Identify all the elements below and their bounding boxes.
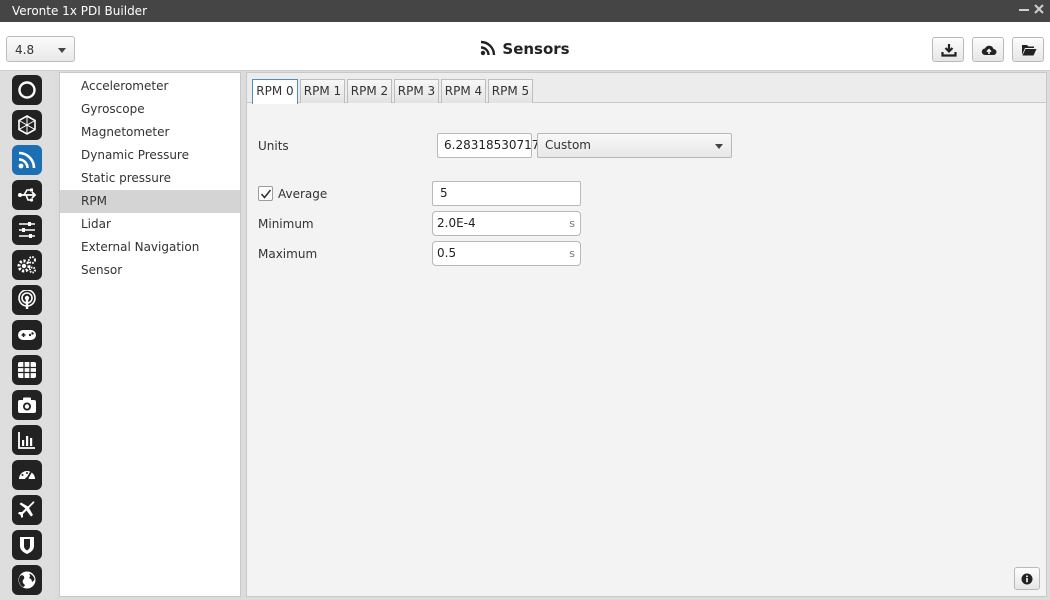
sidebar-item-lidar[interactable]: Lidar <box>60 213 240 236</box>
nav-power[interactable] <box>12 75 42 105</box>
average-field[interactable]: 5 <box>432 181 581 206</box>
open-folder-button[interactable] <box>1012 37 1044 62</box>
gears-icon <box>17 256 36 274</box>
nav-grid[interactable] <box>12 355 42 385</box>
close-button[interactable] <box>1032 3 1046 17</box>
folder-open-icon <box>1022 45 1037 56</box>
gamepad-icon <box>18 330 36 340</box>
nav-camera[interactable] <box>12 390 42 420</box>
tab-rpm-5[interactable]: RPM 5 <box>488 79 533 103</box>
info-icon <box>1021 573 1033 585</box>
sidebar-item-accelerometer[interactable]: Accelerometer <box>60 75 240 98</box>
antenna-icon <box>18 290 36 309</box>
maximum-field[interactable]: 0.5 s <box>432 241 581 266</box>
units-value-field[interactable]: 6.28318530717 <box>437 133 539 158</box>
nav-security[interactable] <box>12 530 42 560</box>
minimize-button[interactable] <box>1017 3 1031 17</box>
sidebar-item-static-pressure[interactable]: Static pressure <box>60 167 240 190</box>
shield-icon <box>20 537 34 554</box>
average-label: Average <box>278 187 328 201</box>
nav-mission[interactable] <box>12 495 42 525</box>
nav-radio[interactable] <box>12 285 42 315</box>
sidebar-item-dynamic-pressure[interactable]: Dynamic Pressure <box>60 144 240 167</box>
page-title-text: Sensors <box>502 40 570 58</box>
download-icon <box>941 44 957 57</box>
window-title: Veronte 1x PDI Builder <box>12 4 147 18</box>
info-button[interactable] <box>1014 567 1040 590</box>
cloud-upload-icon <box>981 45 997 55</box>
checkmark-icon <box>260 189 272 199</box>
rpm-tabs: RPM 0 RPM 1 RPM 2 RPM 3 RPM 4 RPM 5 <box>247 73 1046 104</box>
hexagon-icon <box>18 115 36 135</box>
chart-icon <box>18 432 35 449</box>
grid-icon <box>18 362 36 378</box>
tab-rpm-1[interactable]: RPM 1 <box>300 79 345 103</box>
rss-icon <box>18 151 36 169</box>
nav-usb[interactable] <box>12 180 42 210</box>
maximum-label: Maximum <box>258 247 318 261</box>
tab-rpm-2[interactable]: RPM 2 <box>347 79 392 103</box>
units-label: Units <box>258 139 289 153</box>
cloud-upload-button[interactable] <box>972 37 1004 62</box>
tab-rpm-3[interactable]: RPM 3 <box>394 79 439 103</box>
nav-sensors[interactable] <box>12 145 42 175</box>
nav-controller[interactable] <box>12 320 42 350</box>
gauge-icon <box>19 471 35 481</box>
download-button[interactable] <box>932 37 964 62</box>
average-value: 5 <box>440 186 448 200</box>
sidebar-item-external-navigation-sensor[interactable]: External Navigation Sensor <box>60 236 240 277</box>
rpm-config-panel: RPM 0 RPM 1 RPM 2 RPM 3 RPM 4 RPM 5 Unit… <box>246 72 1047 597</box>
nav-settings[interactable] <box>12 250 42 280</box>
sidebar-item-magnetometer[interactable]: Magnetometer <box>60 121 240 144</box>
nav-dashboard[interactable] <box>12 460 42 490</box>
units-preset-select[interactable]: Custom <box>537 133 732 158</box>
page-title: Sensors <box>0 40 1050 60</box>
maximum-unit: s <box>569 247 575 260</box>
close-icon <box>1034 4 1044 14</box>
nav-airframe[interactable] <box>12 110 42 140</box>
minimize-icon <box>1019 9 1029 11</box>
minimum-value: 2.0E-4 <box>437 216 476 230</box>
tab-rpm-4[interactable]: RPM 4 <box>441 79 486 103</box>
title-bar: Veronte 1x PDI Builder <box>0 0 1050 22</box>
average-checkbox[interactable] <box>258 186 273 201</box>
sensor-list: Accelerometer Gyroscope Magnetometer Dyn… <box>59 72 241 597</box>
chevron-down-icon <box>715 144 723 149</box>
nav-configuration[interactable] <box>12 215 42 245</box>
tab-rpm-0[interactable]: RPM 0 <box>252 79 298 104</box>
usb-icon <box>18 188 37 202</box>
sidebar-item-gyroscope[interactable]: Gyroscope <box>60 98 240 121</box>
rss-icon <box>480 40 496 60</box>
minimum-field[interactable]: 2.0E-4 s <box>432 211 581 236</box>
header-bar: 4.8 Sensors <box>0 22 1050 71</box>
plane-icon <box>18 501 35 518</box>
nav-telemetry-chart[interactable] <box>12 425 42 455</box>
units-value: 6.28318530717 <box>444 138 540 152</box>
minimum-unit: s <box>569 217 575 230</box>
sliders-icon <box>19 222 35 238</box>
maximum-value: 0.5 <box>437 246 457 260</box>
units-preset-value: Custom <box>545 138 591 152</box>
module-icon-bar <box>0 71 55 600</box>
globe-icon <box>18 571 36 589</box>
camera-icon <box>18 397 36 413</box>
sidebar-item-rpm[interactable]: RPM <box>60 190 240 213</box>
power-icon <box>18 81 36 99</box>
nav-map[interactable] <box>12 565 42 595</box>
minimum-label: Minimum <box>258 217 314 231</box>
